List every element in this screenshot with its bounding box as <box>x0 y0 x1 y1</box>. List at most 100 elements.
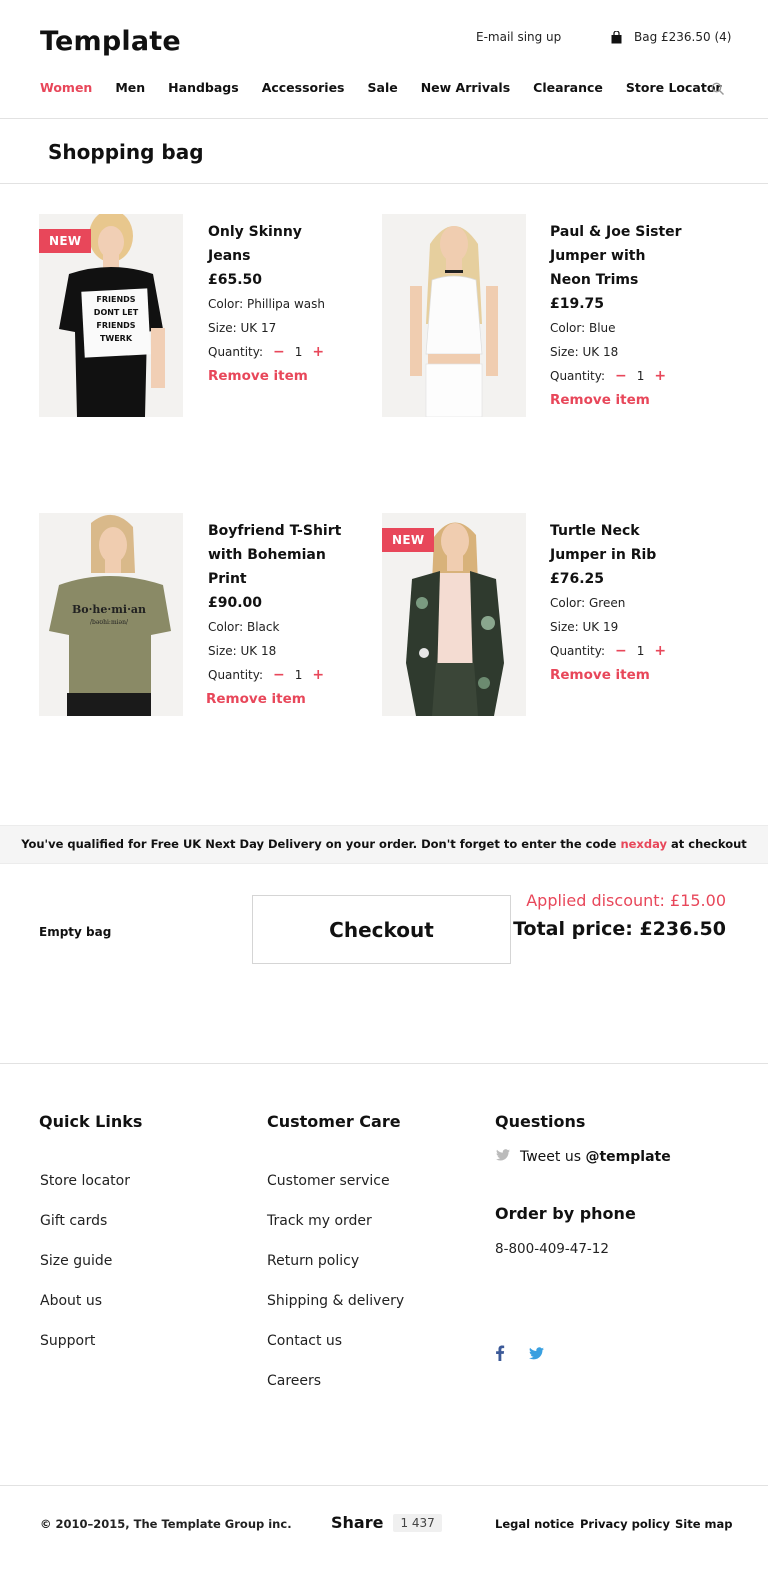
product-price: £19.75 <box>550 296 605 312</box>
shopping-bag-icon <box>611 29 622 44</box>
product-size: Size: UK 19 <box>550 620 619 634</box>
nav-item-women[interactable]: Women <box>40 80 92 95</box>
footer-divider <box>0 1063 768 1064</box>
product-name[interactable]: Only Skinny Jeans <box>208 220 343 268</box>
decrease-quantity-button[interactable]: − <box>273 340 285 364</box>
svg-text:DONT LET: DONT LET <box>94 308 139 317</box>
bag-summary: Bag £236.50 (4) <box>634 30 732 44</box>
logo[interactable]: Template <box>40 26 181 57</box>
tweet-us-link[interactable]: Tweet us @template <box>496 1149 671 1165</box>
page-title: Shopping bag <box>48 140 204 164</box>
quantity-value: 1 <box>636 369 645 383</box>
svg-text:FRIENDS: FRIENDS <box>96 295 135 304</box>
footer-link-contact-us[interactable]: Contact us <box>267 1333 342 1349</box>
twitter-icon[interactable] <box>529 1345 544 1361</box>
product-info: Paul & Joe Sister Jumper with Neon Trims… <box>550 220 685 408</box>
checkout-button[interactable]: Checkout <box>252 895 511 964</box>
twitter-handle: @template <box>585 1149 671 1165</box>
facebook-icon[interactable] <box>495 1345 509 1361</box>
email-signup-link[interactable]: E-mail sing up <box>476 30 561 44</box>
header-divider <box>0 118 768 119</box>
share-button[interactable]: Share 1 437 <box>331 1513 442 1532</box>
promo-code: nexday <box>620 837 667 851</box>
bottom-divider <box>0 1485 768 1486</box>
search-icon[interactable] <box>711 81 725 95</box>
quantity-value: 1 <box>636 644 645 658</box>
remove-item-button[interactable]: Remove item <box>550 392 685 408</box>
promo-text-end: at checkout <box>666 837 747 851</box>
svg-text:Bo·he·mi·an: Bo·he·mi·an <box>72 603 146 616</box>
total-price: Total price: £236.50 <box>513 918 726 940</box>
promo-text: You've qualified for Free UK Next Day De… <box>21 837 621 851</box>
footer-link-store-locator[interactable]: Store locator <box>40 1173 130 1189</box>
new-badge: NEW <box>382 528 435 552</box>
bag-link[interactable]: Bag £236.50 (4) <box>611 29 732 44</box>
svg-text:TWERK: TWERK <box>100 334 133 343</box>
quantity-label: Quantity: <box>550 644 606 658</box>
remove-item-button[interactable]: Remove item <box>208 368 343 384</box>
quantity-stepper: Quantity: − 1 + <box>550 364 685 388</box>
product-color: Color: Black <box>208 620 280 634</box>
remove-item-button[interactable]: Remove item <box>550 667 685 683</box>
site-map-link[interactable]: Site map <box>675 1517 733 1531</box>
delivery-promo-banner: You've qualified for Free UK Next Day De… <box>0 825 768 864</box>
share-label: Share <box>331 1513 384 1532</box>
svg-text:FRIENDS: FRIENDS <box>96 321 135 330</box>
product-name[interactable]: Paul & Joe Sister Jumper with Neon Trims <box>550 220 685 292</box>
product-info: Only Skinny Jeans £65.50 Color: Phillipa… <box>208 220 343 384</box>
nav-item-clearance[interactable]: Clearance <box>533 80 603 95</box>
increase-quantity-button[interactable]: + <box>654 364 666 388</box>
footer-link-size-guide[interactable]: Size guide <box>40 1253 112 1269</box>
product-name[interactable]: Turtle Neck Jumper in Rib <box>550 519 685 567</box>
footer-link-track-order[interactable]: Track my order <box>267 1213 372 1229</box>
product-name[interactable]: Boyfriend T-Shirt with Bohemian Print <box>208 519 343 591</box>
order-by-phone-heading: Order by phone <box>495 1204 636 1223</box>
nav-item-accessories[interactable]: Accessories <box>262 80 345 95</box>
footer-link-support[interactable]: Support <box>40 1333 95 1349</box>
nav-item-store-locator[interactable]: Store Locator <box>626 80 722 95</box>
product-image[interactable] <box>382 214 526 417</box>
increase-quantity-button[interactable]: + <box>654 639 666 663</box>
quantity-stepper: Quantity: − 1 + <box>208 340 343 364</box>
empty-bag-button[interactable]: Empty bag <box>39 925 111 939</box>
privacy-policy-link[interactable]: Privacy policy <box>580 1517 670 1531</box>
footer-link-gift-cards[interactable]: Gift cards <box>40 1213 107 1229</box>
decrease-quantity-button[interactable]: − <box>615 639 627 663</box>
product-color: Color: Blue <box>550 321 616 335</box>
footer-link-careers[interactable]: Careers <box>267 1373 321 1389</box>
phone-number[interactable]: 8-800-409-47-12 <box>495 1241 609 1257</box>
product-price: £90.00 <box>208 595 263 611</box>
remove-item-button[interactable]: Remove item <box>206 691 343 707</box>
product-image[interactable]: Bo·he·mi·an /bəʊhiːmiən/ <box>39 513 183 716</box>
increase-quantity-button[interactable]: + <box>312 663 324 687</box>
footer-link-return-policy[interactable]: Return policy <box>267 1253 359 1269</box>
quantity-label: Quantity: <box>208 668 264 682</box>
nav-item-new-arrivals[interactable]: New Arrivals <box>421 80 510 95</box>
legal-notice-link[interactable]: Legal notice <box>495 1517 574 1531</box>
copyright: © 2010–2015, The Template Group inc. <box>40 1517 292 1531</box>
new-badge: NEW <box>39 229 92 253</box>
quantity-stepper: Quantity: − 1 + <box>208 663 343 687</box>
product-color: Color: Green <box>550 596 626 610</box>
title-divider <box>0 183 768 184</box>
svg-text:/bəʊhiːmiən/: /bəʊhiːmiən/ <box>90 619 129 626</box>
quick-links-heading: Quick Links <box>39 1112 143 1131</box>
twitter-icon <box>496 1149 510 1165</box>
nav-item-handbags[interactable]: Handbags <box>168 80 239 95</box>
applied-discount: Applied discount: £15.00 <box>526 891 726 910</box>
customer-care-heading: Customer Care <box>267 1112 401 1131</box>
product-info: Boyfriend T-Shirt with Bohemian Print £9… <box>206 519 343 707</box>
decrease-quantity-button[interactable]: − <box>615 364 627 388</box>
quantity-label: Quantity: <box>550 369 606 383</box>
quantity-stepper: Quantity: − 1 + <box>550 639 685 663</box>
nav-item-sale[interactable]: Sale <box>368 80 398 95</box>
footer-link-customer-service[interactable]: Customer service <box>267 1173 390 1189</box>
product-price: £76.25 <box>550 571 605 587</box>
product-size: Size: UK 18 <box>550 345 619 359</box>
footer-link-about-us[interactable]: About us <box>40 1293 102 1309</box>
footer-link-shipping-delivery[interactable]: Shipping & delivery <box>267 1293 404 1309</box>
increase-quantity-button[interactable]: + <box>312 340 324 364</box>
nav-item-men[interactable]: Men <box>115 80 145 95</box>
product-color: Color: Phillipa wash <box>208 297 325 311</box>
decrease-quantity-button[interactable]: − <box>273 663 285 687</box>
